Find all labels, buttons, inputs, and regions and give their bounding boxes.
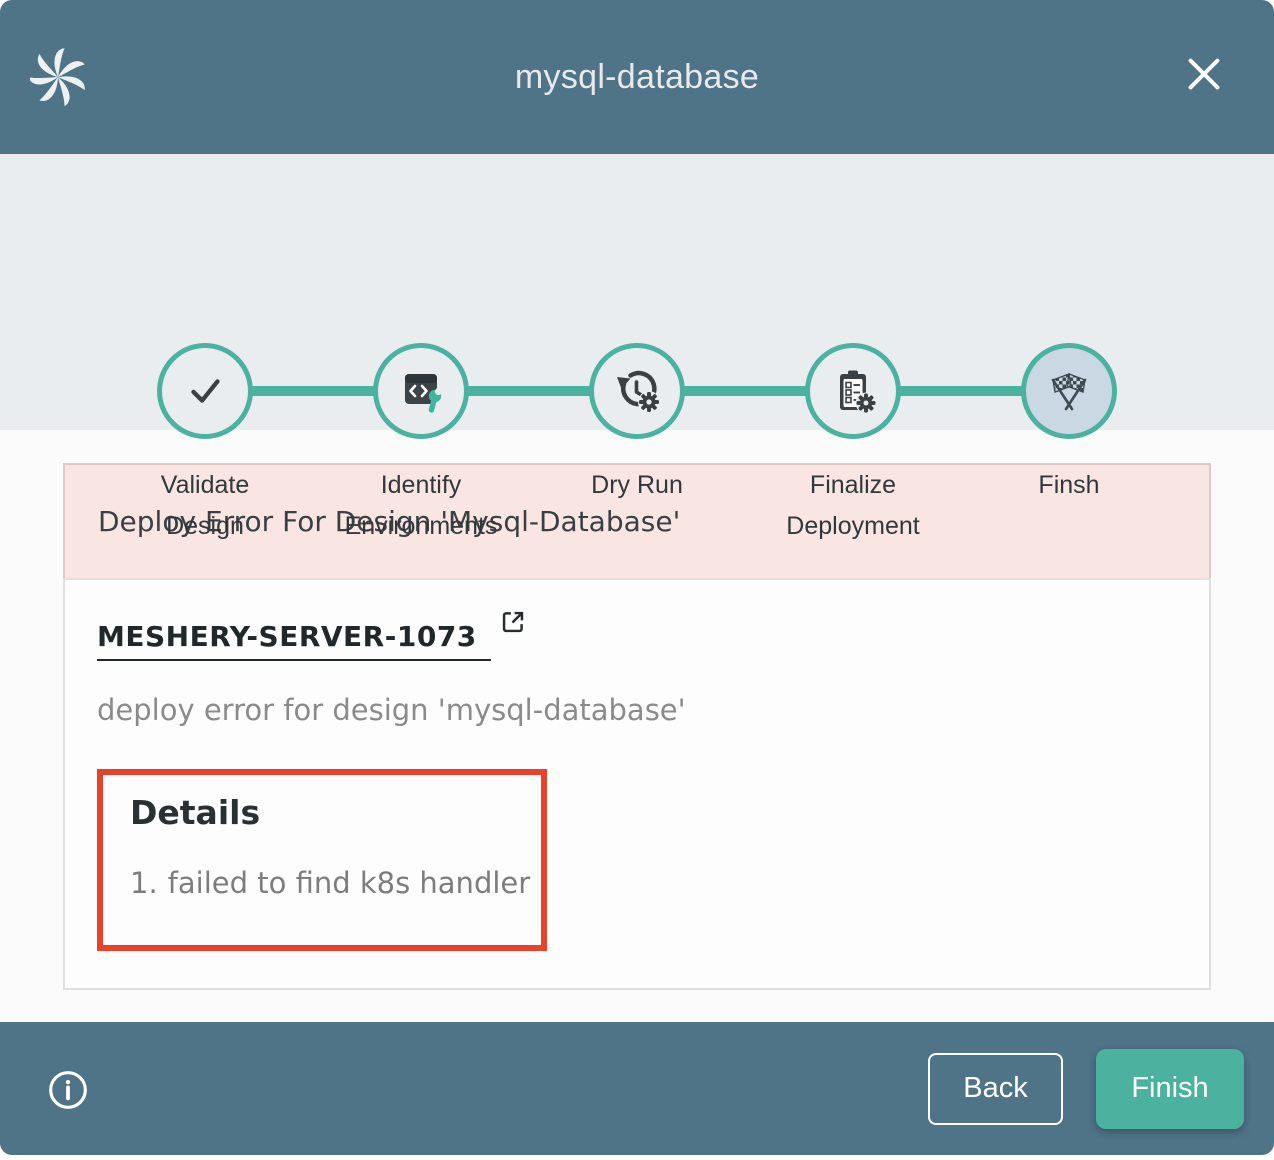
code-wrench-icon bbox=[397, 367, 445, 415]
meshery-logo-icon bbox=[30, 46, 86, 106]
details-item-text: failed to find k8s handler bbox=[168, 866, 531, 900]
close-button[interactable] bbox=[1182, 52, 1226, 96]
details-title: Details bbox=[130, 793, 541, 832]
check-icon bbox=[182, 368, 228, 414]
external-link-icon[interactable] bbox=[499, 608, 527, 636]
step-finalize-deployment: FinalizeDeployment bbox=[735, 343, 971, 547]
info-button[interactable] bbox=[47, 1069, 89, 1111]
dialog-footer: Back Finish bbox=[0, 1022, 1274, 1155]
clipboard-gear-icon bbox=[829, 367, 877, 415]
details-item-number: 1. bbox=[130, 866, 158, 900]
footer-actions: Back Finish bbox=[928, 1049, 1274, 1129]
finish-button[interactable]: Finish bbox=[1096, 1049, 1244, 1129]
dialog-header: mysql-database bbox=[0, 0, 1274, 154]
step-circle-identify-environments bbox=[373, 343, 469, 439]
checkered-flags-icon bbox=[1045, 367, 1093, 415]
info-icon bbox=[47, 1069, 89, 1111]
step-circle-dry-run bbox=[589, 343, 685, 439]
error-detail-panel: MESHERY-SERVER-1073 deploy error for des… bbox=[63, 578, 1211, 990]
step-label: ValidateDesign bbox=[87, 465, 323, 547]
error-code-row: MESHERY-SERVER-1073 bbox=[97, 620, 1177, 661]
step-label: Finsh bbox=[951, 465, 1187, 506]
back-button[interactable]: Back bbox=[928, 1053, 1063, 1125]
step-validate-design: ValidateDesign bbox=[87, 343, 323, 547]
step-circle-finish bbox=[1021, 343, 1117, 439]
step-finish: Finsh bbox=[951, 343, 1187, 506]
deploy-wizard-dialog: mysql-database ValidateDesign bbox=[0, 0, 1274, 1155]
history-gear-icon bbox=[613, 367, 661, 415]
details-annotation-box: Details 1. failed to find k8s handler bbox=[97, 769, 547, 951]
step-identify-environments: IdentifyEnvironments bbox=[303, 343, 539, 547]
step-label: Dry Run bbox=[519, 465, 755, 506]
dialog-title: mysql-database bbox=[515, 58, 759, 97]
details-item: 1. failed to find k8s handler bbox=[130, 866, 541, 900]
close-icon bbox=[1182, 52, 1226, 96]
error-code-link[interactable]: MESHERY-SERVER-1073 bbox=[97, 620, 491, 661]
deployment-stepper: ValidateDesign IdentifyEnvironments bbox=[0, 154, 1274, 430]
step-label: IdentifyEnvironments bbox=[303, 465, 539, 547]
step-circle-validate-design bbox=[157, 343, 253, 439]
step-label: FinalizeDeployment bbox=[735, 465, 971, 547]
step-circle-finalize-deployment bbox=[805, 343, 901, 439]
error-description: deploy error for design 'mysql-database' bbox=[97, 693, 1177, 727]
step-dry-run: Dry Run bbox=[519, 343, 755, 506]
